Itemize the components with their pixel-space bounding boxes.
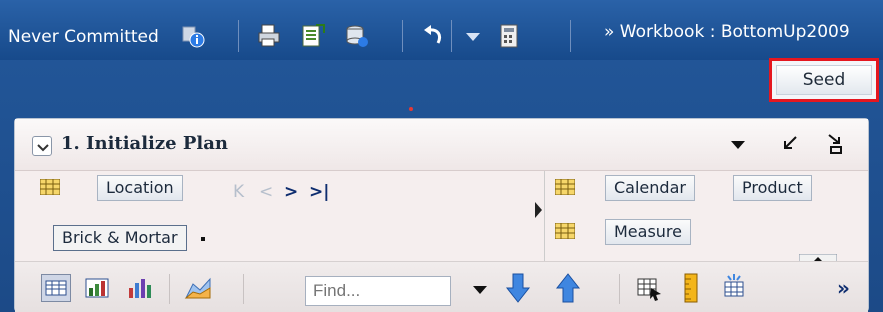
location-grid-icon: [39, 178, 61, 196]
seed-highlight: Seed: [769, 58, 879, 102]
seed-button[interactable]: Seed: [776, 65, 872, 95]
initialize-plan-panel: 1. Initialize Plan Location K < > >| Bri…: [14, 118, 869, 312]
panel-menu-dropdown-icon[interactable]: [729, 137, 747, 153]
calendar-grid-icon: [554, 178, 576, 196]
minimize-icon[interactable]: [780, 133, 800, 155]
find-next-icon[interactable]: [505, 272, 531, 304]
bottom-toolbar-separator: [243, 274, 244, 304]
ruler-icon[interactable]: [681, 272, 701, 304]
select-cells-icon[interactable]: [635, 274, 663, 302]
calculator-icon[interactable]: [496, 23, 522, 49]
toolbar-separator: [402, 20, 403, 52]
marker-dot: [409, 107, 413, 111]
measure-grid-icon: [554, 222, 576, 240]
workbook-title: » Workbook : BottomUp2009: [604, 22, 850, 42]
prev-page-button[interactable]: <: [259, 182, 273, 202]
measure-dimension-button[interactable]: Measure: [605, 219, 691, 245]
find-dropdown-icon[interactable]: [471, 282, 489, 298]
top-toolbar: Never Committed » Workbook: BottomUp200…: [0, 0, 883, 60]
export-excel-icon[interactable]: [300, 23, 326, 49]
maximize-icon[interactable]: [825, 131, 847, 155]
table-view-icon[interactable]: [41, 274, 71, 302]
location-dimension-button[interactable]: Location: [97, 175, 183, 201]
toolbar-separator: [570, 20, 571, 52]
selected-member[interactable]: Brick & Mortar: [53, 225, 187, 251]
panel-title: 1. Initialize Plan: [61, 133, 228, 154]
collapse-toggle[interactable]: [32, 136, 52, 156]
last-page-button[interactable]: >|: [309, 182, 329, 202]
next-page-button[interactable]: >: [284, 182, 298, 202]
member-marker: [201, 237, 205, 241]
find-input[interactable]: [305, 276, 451, 306]
table-chart-view-icon[interactable]: [83, 274, 111, 302]
more-tools-button[interactable]: »: [837, 276, 850, 300]
spread-icon[interactable]: [719, 272, 749, 304]
toolbar-separator: [451, 20, 452, 52]
chart-view-icon[interactable]: [125, 274, 153, 302]
view-toolbar: »: [15, 261, 868, 312]
undo-icon[interactable]: [420, 23, 446, 49]
splitter-handle-icon[interactable]: [535, 199, 543, 221]
print-icon[interactable]: [256, 23, 282, 49]
toolbar-separator: [238, 20, 239, 52]
undo-dropdown-icon[interactable]: [460, 23, 486, 49]
product-dimension-button[interactable]: Product: [733, 175, 812, 201]
panel-header: 1. Initialize Plan: [15, 119, 868, 171]
calendar-dimension-button[interactable]: Calendar: [605, 175, 695, 201]
bottom-toolbar-separator: [169, 274, 170, 304]
app-window: Never Committed » Workbook: BottomUp200…: [0, 0, 883, 312]
commit-status-text: Never Committed: [8, 27, 159, 47]
bottom-toolbar-separator: [619, 274, 620, 304]
panel-divider: [544, 171, 545, 261]
info-icon[interactable]: [182, 26, 206, 48]
first-page-button[interactable]: K: [233, 182, 244, 202]
find-previous-icon[interactable]: [555, 272, 581, 304]
database-icon[interactable]: [344, 23, 370, 49]
area-chart-icon[interactable]: [183, 274, 213, 302]
